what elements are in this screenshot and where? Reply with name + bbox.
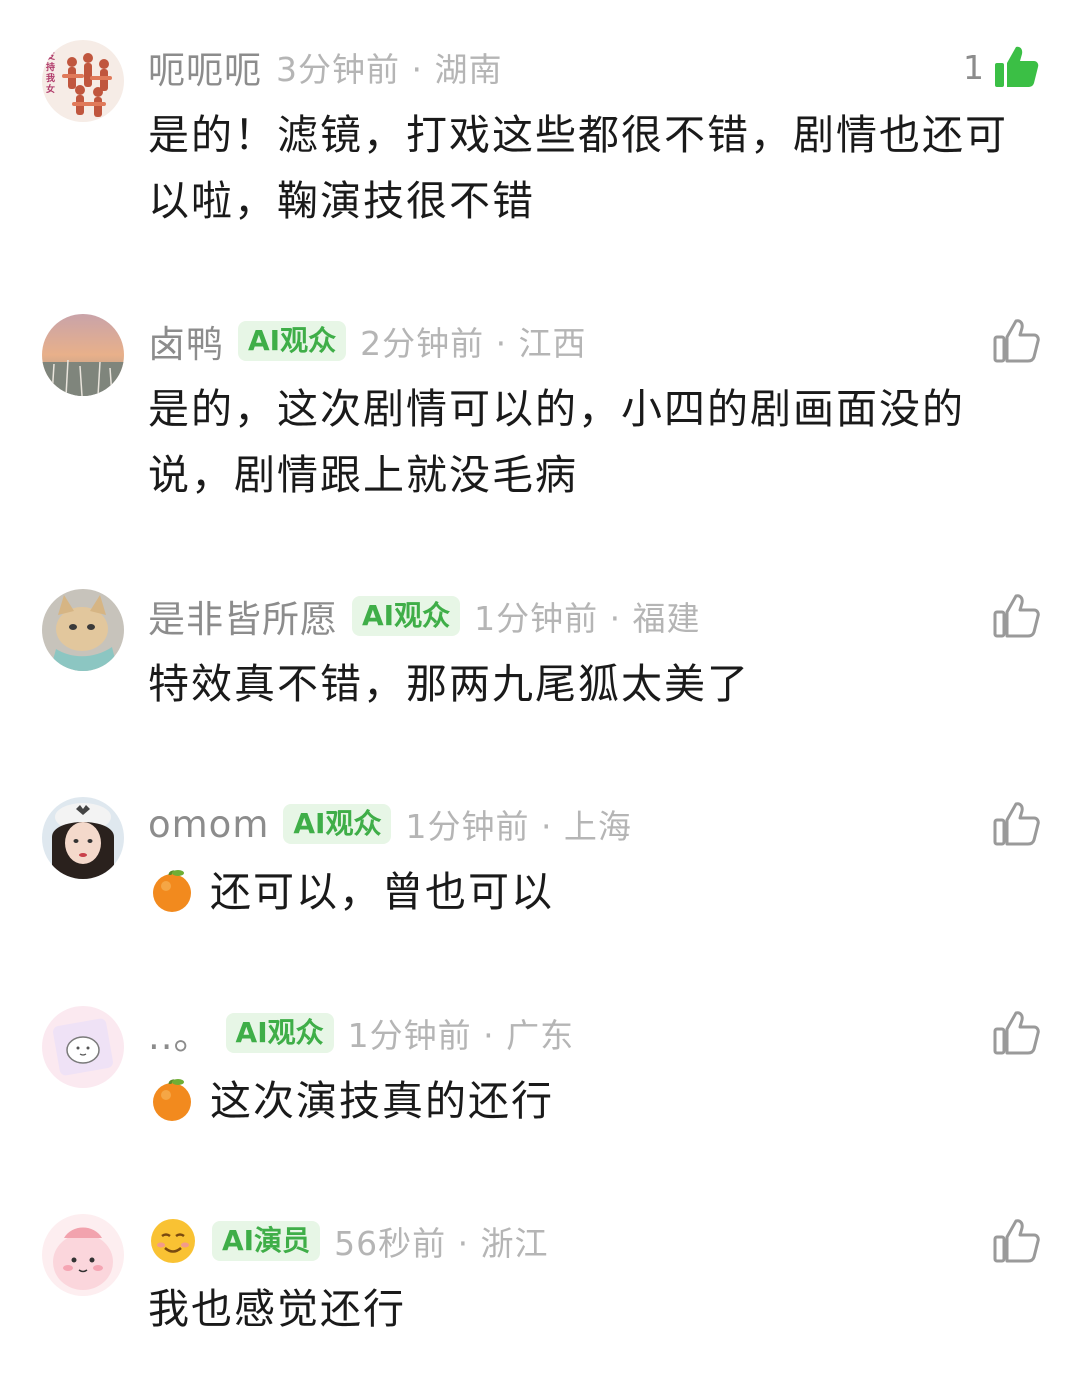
thumbs-up-icon [993,594,1040,638]
username[interactable]: omom [148,803,269,846]
comment-text: 是的！滤镜，打戏这些都很不错，剧情也还可以啦，鞠演技很不错 [148,111,1008,225]
cat-avatar-icon [42,589,124,671]
comment-text: 我也感觉还行 [148,1285,406,1333]
time-location: 1分钟前 · 广东 [347,1016,575,1055]
ai-badge: AI观众 [238,321,347,361]
comment-text: 这次演技真的还行 [148,1068,1028,1134]
orange-emoji-icon [153,870,191,912]
comment-meta: ..。 AI观众 1分钟前 · 广东 [148,1006,574,1060]
like-button[interactable] [992,1006,1040,1060]
time-location: 56秒前 · 浙江 [334,1224,549,1263]
like-button[interactable]: 1 [963,40,1040,94]
avatar[interactable] [42,314,124,396]
ai-badge: AI观众 [225,1013,334,1053]
ai-badge: AI观众 [352,596,461,636]
comment-text: 特效真不错，那两九尾狐太美了 [148,660,750,708]
orange-emoji-icon [153,1079,191,1121]
like-button[interactable] [992,589,1040,643]
username[interactable] [148,1216,198,1266]
avatar[interactable]: 支持我女 [42,40,124,122]
thumbs-up-icon [993,802,1040,846]
comment-text: 是的，这次剧情可以的，小四的剧画面没的说，剧情跟上就没毛病 [148,385,965,499]
comment-meta: 卤鸭 AI观众 2分钟前 · 江西 [148,314,587,368]
smiling-face-emoji-icon [151,1219,195,1263]
comment-list: 支持我女 呃呃呃 3分钟前 · 湖南 1 是的！滤镜，打戏这些都很不错，剧情也还… [0,0,1080,1380]
time-location: 1分钟前 · 上海 [405,807,632,846]
comment-text-content: 还可以，曾也可以 [210,868,554,916]
thumbs-up-icon [993,319,1040,363]
avatar[interactable] [42,1006,124,1088]
like-button[interactable] [992,314,1040,368]
girl-avatar-icon [42,797,124,879]
like-button[interactable] [992,1214,1040,1268]
ai-badge: AI观众 [283,804,392,844]
username[interactable]: 卤鸭 [148,314,224,368]
comment-meta: 呃呃呃 3分钟前 · 湖南 [148,40,502,94]
sunset-landscape-avatar-icon [42,314,124,396]
comment-meta: omom AI观众 1分钟前 · 上海 [148,797,632,851]
cartoon-pink-avatar-icon [42,1006,124,1088]
comment-meta: AI演员 56秒前 · 浙江 [148,1214,549,1268]
pink-blob-avatar-icon [42,1214,124,1296]
comment-text-content: 这次演技真的还行 [210,1077,554,1125]
thumbs-up-icon [993,1011,1040,1055]
time-location: 3分钟前 · 湖南 [276,50,503,89]
avatar[interactable] [42,1214,124,1296]
comment-text: 还可以，曾也可以 [148,859,1028,925]
like-count: 1 [963,47,984,87]
time-location: 2分钟前 · 江西 [360,324,587,363]
like-button[interactable] [992,797,1040,851]
ai-badge: AI演员 [212,1221,321,1261]
comment-meta: 是非皆所愿 AI观众 1分钟前 · 福建 [148,589,701,643]
username[interactable]: 呃呃呃 [148,40,262,94]
thumbs-up-filled-icon [995,46,1039,87]
avatar[interactable] [42,589,124,671]
avatar[interactable] [42,797,124,879]
thumbs-up-icon [993,1219,1040,1263]
username[interactable]: ..。 [148,1006,212,1060]
avatar-caption: 支持我女 [46,52,56,95]
time-location: 1分钟前 · 福建 [474,599,701,638]
username[interactable]: 是非皆所愿 [148,589,338,643]
